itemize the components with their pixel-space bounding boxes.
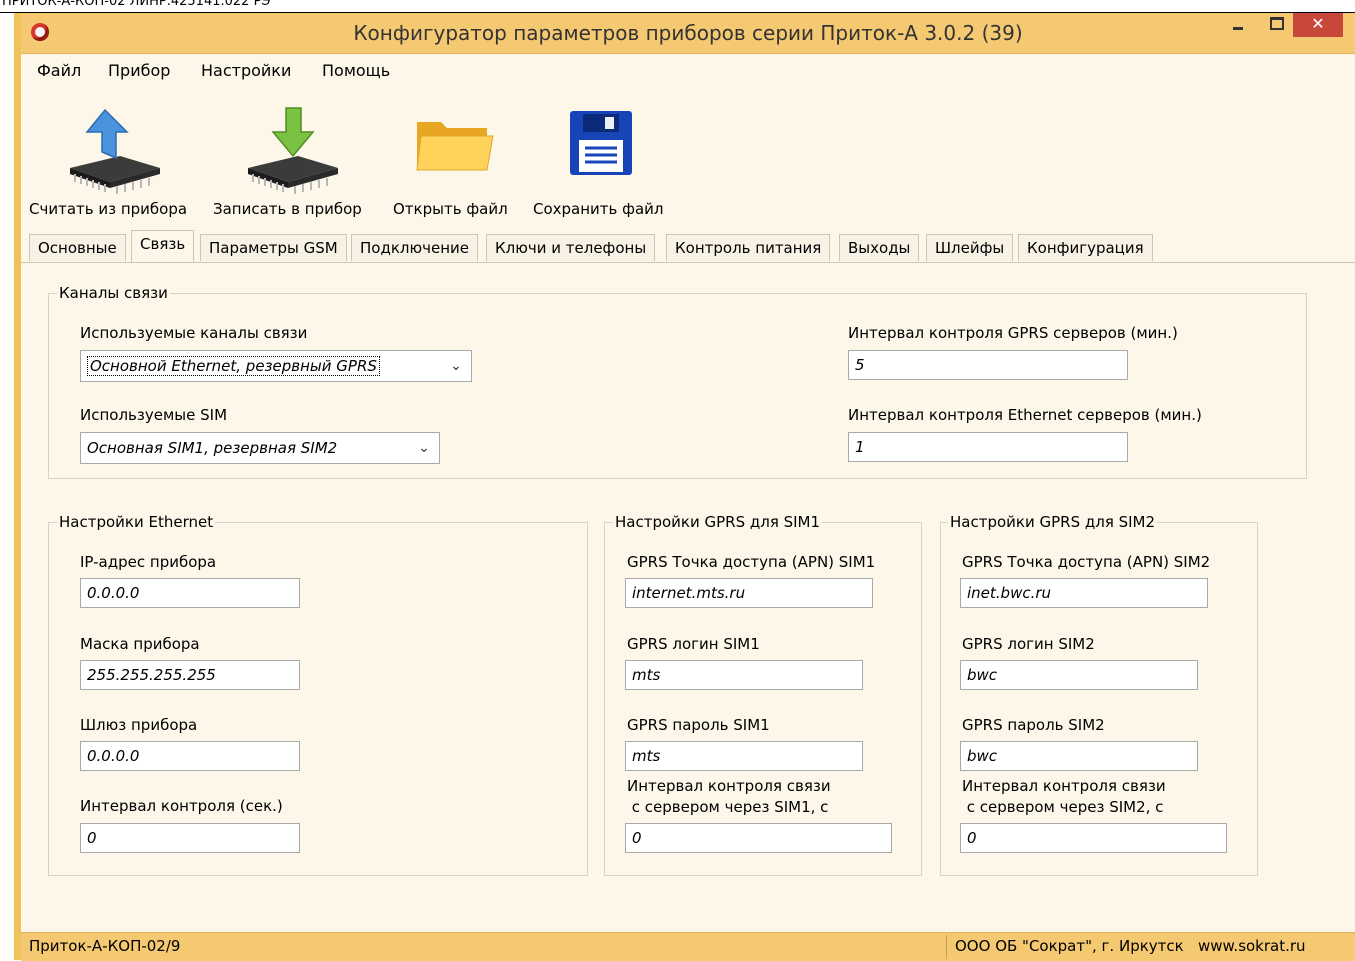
read-from-device-button[interactable]: Считать из прибора <box>25 86 205 226</box>
eth-interval-field[interactable]: 1 <box>848 432 1128 462</box>
sim1-login-field[interactable]: mts <box>625 660 863 690</box>
mask-label: Маска прибора <box>80 635 200 653</box>
sim1-apn-field[interactable]: internet.mts.ru <box>625 578 873 608</box>
chip-download-icon <box>248 107 338 194</box>
mask-field[interactable]: 255.255.255.255 <box>80 660 300 690</box>
sim2-apn-field[interactable]: inet.bwc.ru <box>960 578 1208 608</box>
tab-keys-phones[interactable]: Ключи и телефоны <box>486 234 656 261</box>
sim2-interval-field[interactable]: 0 <box>960 823 1227 853</box>
gateway-field[interactable]: 0.0.0.0 <box>80 741 300 771</box>
open-file-button[interactable]: Открыть файл <box>389 86 519 226</box>
save-label: Сохранить файл <box>533 200 664 218</box>
tab-gsm-params[interactable]: Параметры GSM <box>200 234 347 261</box>
write-to-device-button[interactable]: Записать в прибор <box>211 86 371 226</box>
gateway-label: Шлюз прибора <box>80 716 198 734</box>
tab-configuration[interactable]: Конфигурация <box>1018 234 1153 261</box>
eth-control-interval-label: Интервал контроля (сек.) <box>80 797 283 815</box>
menu-device[interactable]: Прибор <box>108 61 170 80</box>
sim1-apn-label: GPRS Точка доступа (APN) SIM1 <box>627 553 876 571</box>
chevron-down-icon[interactable]: ⌄ <box>415 433 433 463</box>
sim2-login-field[interactable]: bwc <box>960 660 1198 690</box>
chip-upload-icon <box>70 108 160 194</box>
channels-label: Используемые каналы связи <box>80 324 308 342</box>
sim1-interval-label-line1: Интервал контроля связи <box>627 777 831 795</box>
gprs-interval-field[interactable]: 5 <box>848 350 1128 380</box>
tab-loops[interactable]: Шлейфы <box>926 234 1014 261</box>
tab-connection[interactable]: Подключение <box>351 234 478 261</box>
menu-bar: Файл Прибор Настройки Помощь <box>21 54 1355 86</box>
maximize-button[interactable] <box>1259 13 1293 35</box>
sim1-password-label: GPRS пароль SIM1 <box>627 716 770 734</box>
tab-strip: Основные Связь Параметры GSM Подключение… <box>21 230 1355 263</box>
sim1-password-field[interactable]: mts <box>625 741 863 771</box>
channels-select-value: Основной Ethernet, резервный GPRS <box>87 356 380 376</box>
window-title: Конфигуратор параметров приборов серии П… <box>353 21 1023 45</box>
channels-group-title: Каналы связи <box>57 284 170 302</box>
sim2-interval-label-line1: Интервал контроля связи <box>962 777 1166 795</box>
ethernet-group-title: Настройки Ethernet <box>57 513 216 531</box>
close-button[interactable]: ✕ <box>1293 13 1343 37</box>
tab-communication[interactable]: Связь <box>131 230 195 262</box>
channels-select[interactable]: Основной Ethernet, резервный GPRS ⌄ <box>80 350 472 382</box>
tab-outputs[interactable]: Выходы <box>839 234 920 261</box>
toolbar: Считать из прибора Записать в прибор Отк… <box>21 86 1355 232</box>
gprs-interval-label: Интервал контроля GPRS серверов (мин.) <box>848 324 1178 342</box>
ip-label: IP-адрес прибора <box>80 553 217 571</box>
sim2-apn-label: GPRS Точка доступа (APN) SIM2 <box>962 553 1211 571</box>
window-left-border <box>14 13 21 960</box>
status-bar: Приток-А-КОП-02/9 ООО ОБ "Сократ", г. Ир… <box>21 932 1355 961</box>
eth-control-interval-field[interactable]: 0 <box>80 823 300 853</box>
tab-main[interactable]: Основные <box>29 234 126 261</box>
write-label: Записать в прибор <box>213 200 362 218</box>
sim2-password-field[interactable]: bwc <box>960 741 1198 771</box>
folder-icon <box>416 122 494 171</box>
sim-select[interactable]: Основная SIM1, резервная SIM2 ⌄ <box>80 432 440 464</box>
sim2-interval-label-line2: с сервером через SIM2, с <box>962 798 1164 816</box>
floppy-disk-icon <box>570 111 632 175</box>
sim1-login-label: GPRS логин SIM1 <box>627 635 760 653</box>
sim1-group-title: Настройки GPRS для SIM1 <box>613 513 823 531</box>
menu-help[interactable]: Помощь <box>322 61 390 80</box>
status-divider <box>946 935 947 959</box>
save-file-button[interactable]: Сохранить файл <box>529 86 679 226</box>
document-header-snippet: ПРИТОК-А-КОП-02 ЛИНР.425141.022 РЭ <box>0 0 1355 12</box>
sim2-password-label: GPRS пароль SIM2 <box>962 716 1105 734</box>
sim1-interval-label-line2: с сервером через SIM1, с <box>627 798 829 816</box>
chevron-down-icon[interactable]: ⌄ <box>447 351 465 381</box>
sim2-group-title: Настройки GPRS для SIM2 <box>948 513 1158 531</box>
menu-settings[interactable]: Настройки <box>201 61 291 80</box>
menu-file[interactable]: Файл <box>37 61 81 80</box>
minimize-button[interactable] <box>1221 13 1255 35</box>
read-label: Считать из прибора <box>29 200 188 218</box>
sim-select-value: Основная SIM1, резервная SIM2 <box>87 439 338 457</box>
title-bar[interactable]: Конфигуратор параметров приборов серии П… <box>21 13 1355 54</box>
sim-label: Используемые SIM <box>80 406 228 424</box>
open-label: Открыть файл <box>393 200 508 218</box>
tab-power-control[interactable]: Контроль питания <box>666 234 831 261</box>
status-company: ООО ОБ "Сократ", г. Иркутск www.sokrat.r… <box>955 937 1306 955</box>
sim1-interval-field[interactable]: 0 <box>625 823 892 853</box>
sim2-login-label: GPRS логин SIM2 <box>962 635 1095 653</box>
status-device: Приток-А-КОП-02/9 <box>29 937 181 955</box>
ip-field[interactable]: 0.0.0.0 <box>80 578 300 608</box>
eth-interval-label: Интервал контроля Ethernet серверов (мин… <box>848 406 1202 424</box>
